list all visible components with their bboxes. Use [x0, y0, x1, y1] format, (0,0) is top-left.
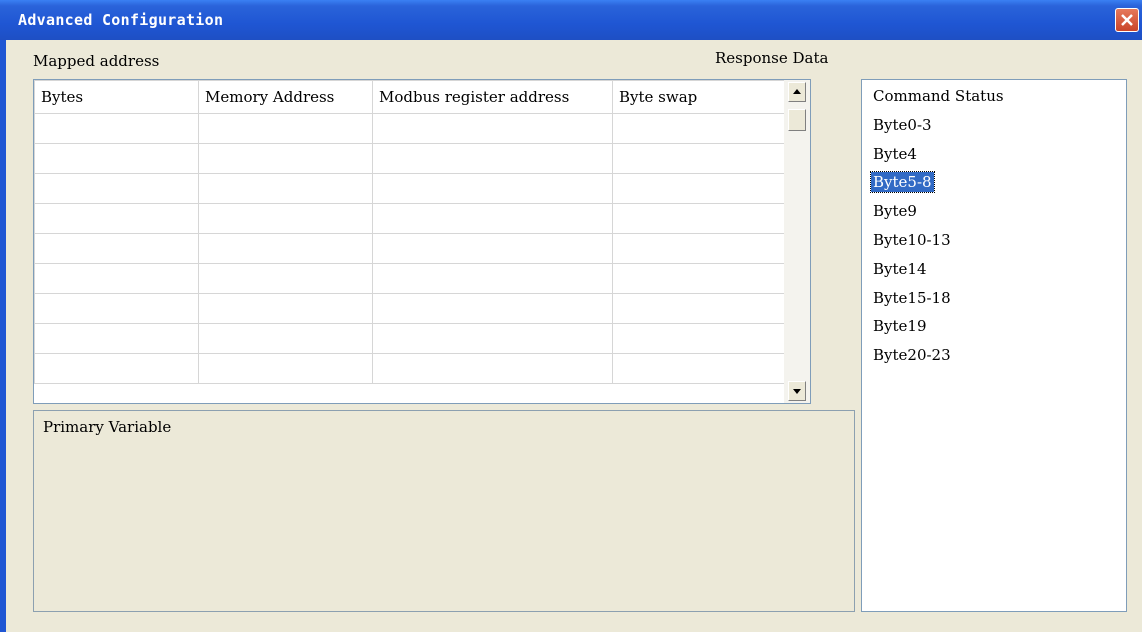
vertical-scrollbar[interactable] [784, 80, 810, 403]
table-cell[interactable] [612, 203, 785, 234]
response-data-label: Response Data [715, 49, 829, 67]
column-header-bytes[interactable]: Bytes [34, 80, 199, 114]
mapped-address-table: Bytes Memory Address Modbus register add… [34, 80, 785, 384]
list-item[interactable]: Byte14 [871, 259, 929, 279]
table-cell[interactable] [34, 263, 199, 294]
table-row[interactable] [34, 233, 785, 264]
table-cell[interactable] [34, 353, 199, 384]
table-cell[interactable] [372, 173, 613, 204]
table-cell[interactable] [34, 203, 199, 234]
list-item[interactable]: Byte4 [871, 144, 919, 164]
mapped-address-grid[interactable]: Bytes Memory Address Modbus register add… [33, 79, 811, 404]
list-item[interactable]: Byte10-13 [871, 230, 953, 250]
column-header-memory-address[interactable]: Memory Address [198, 80, 373, 114]
table-cell[interactable] [372, 293, 613, 324]
table-row[interactable] [34, 143, 785, 174]
list-item[interactable]: Byte9 [871, 201, 919, 221]
table-cell[interactable] [612, 113, 785, 144]
list-item[interactable]: Byte15-18 [871, 288, 953, 308]
table-cell[interactable] [372, 353, 613, 384]
table-cell[interactable] [198, 263, 373, 294]
list-item[interactable]: Command Status [871, 86, 1006, 106]
table-cell[interactable] [372, 323, 613, 354]
primary-variable-label: Primary Variable [43, 418, 172, 436]
table-cell[interactable] [372, 233, 613, 264]
table-row[interactable] [34, 113, 785, 144]
mapped-address-label: Mapped address [33, 52, 160, 70]
title-bar[interactable]: Advanced Configuration [0, 0, 1142, 40]
table-cell[interactable] [372, 113, 613, 144]
list-item[interactable]: Byte19 [871, 316, 929, 336]
table-cell[interactable] [34, 173, 199, 204]
table-cell[interactable] [198, 143, 373, 174]
table-cell[interactable] [34, 233, 199, 264]
advanced-configuration-window: Advanced Configuration Mapped address Re… [0, 0, 1142, 632]
table-cell[interactable] [612, 353, 785, 384]
table-header-row: Bytes Memory Address Modbus register add… [34, 80, 785, 114]
table-cell[interactable] [34, 323, 199, 354]
scroll-up-arrow-icon [793, 89, 801, 94]
table-cell[interactable] [198, 113, 373, 144]
window-frame-edge [0, 40, 6, 632]
table-cell[interactable] [34, 113, 199, 144]
table-cell[interactable] [34, 143, 199, 174]
table-row[interactable] [34, 293, 785, 324]
table-row[interactable] [34, 263, 785, 294]
table-cell[interactable] [372, 203, 613, 234]
table-row[interactable] [34, 203, 785, 234]
scroll-up-button[interactable] [788, 82, 806, 102]
close-icon [1121, 14, 1133, 26]
scroll-thumb[interactable] [788, 109, 806, 131]
table-cell[interactable] [198, 203, 373, 234]
table-cell[interactable] [198, 293, 373, 324]
table-cell[interactable] [198, 173, 373, 204]
table-row[interactable] [34, 323, 785, 354]
table-cell[interactable] [372, 143, 613, 174]
list-item[interactable]: Byte0-3 [871, 115, 934, 135]
column-header-modbus-register-address[interactable]: Modbus register address [372, 80, 613, 114]
table-cell[interactable] [372, 263, 613, 294]
table-cell[interactable] [612, 293, 785, 324]
table-cell[interactable] [612, 233, 785, 264]
table-cell[interactable] [198, 233, 373, 264]
primary-variable-panel: Primary Variable [33, 410, 855, 612]
scroll-down-arrow-icon [793, 389, 801, 394]
column-header-byte-swap[interactable]: Byte swap [612, 80, 785, 114]
list-item[interactable]: Byte5-8 [870, 171, 935, 194]
scroll-down-button[interactable] [788, 381, 806, 401]
table-cell[interactable] [612, 323, 785, 354]
list-item[interactable]: Byte20-23 [871, 345, 953, 365]
table-cell[interactable] [34, 293, 199, 324]
close-button[interactable] [1115, 8, 1139, 32]
table-row[interactable] [34, 353, 785, 384]
response-data-list[interactable]: Command Status Byte0-3 Byte4 Byte5-8 Byte9 By… [861, 79, 1127, 612]
table-cell[interactable] [198, 353, 373, 384]
window-title: Advanced Configuration [18, 11, 224, 29]
table-cell[interactable] [612, 173, 785, 204]
table-cell[interactable] [198, 323, 373, 354]
table-cell[interactable] [612, 263, 785, 294]
table-cell[interactable] [612, 143, 785, 174]
table-row[interactable] [34, 173, 785, 204]
